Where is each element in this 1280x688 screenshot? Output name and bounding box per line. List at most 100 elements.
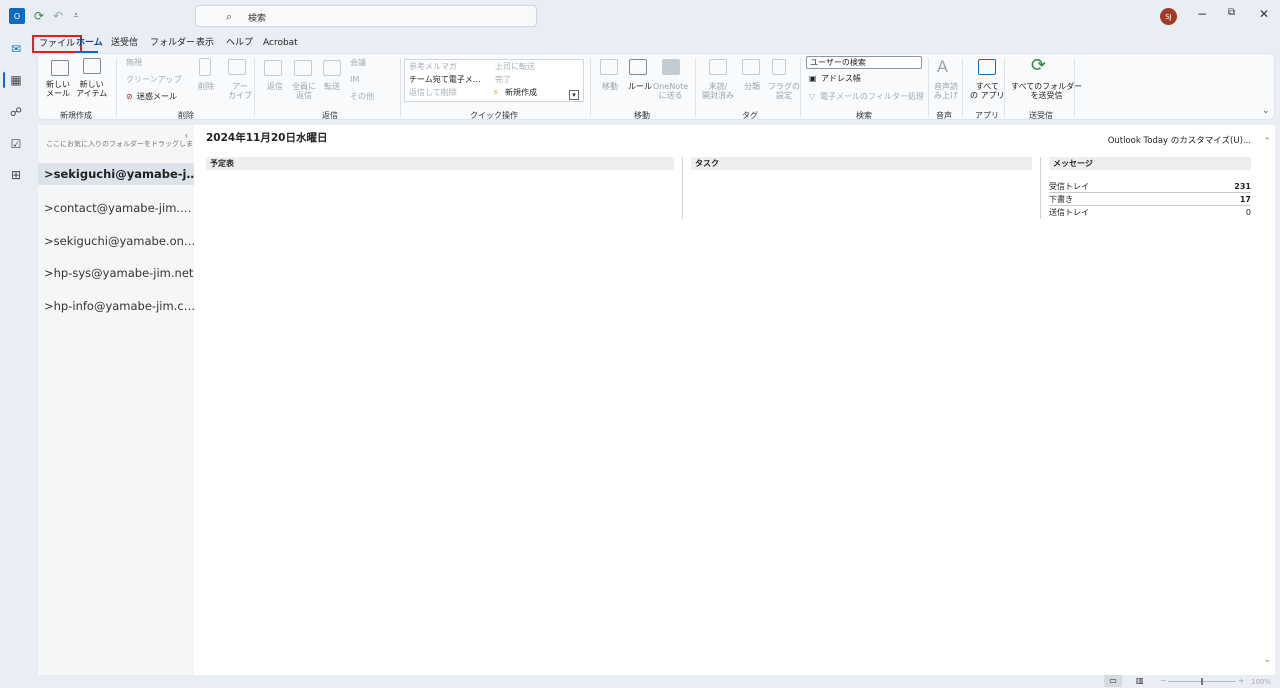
account-folder[interactable]: >sekiguchi@yamabe.on…	[38, 230, 194, 252]
reply-button[interactable]: 返信	[267, 82, 283, 91]
outlook-logo-icon: O	[9, 8, 25, 24]
tasks-icon[interactable]: ☑	[8, 136, 24, 152]
outlook-today-pane: 2024年11月20日水曜日 Outlook Today のカスタマイズ(U).…	[194, 125, 1275, 675]
mail-icon[interactable]: ✉	[8, 41, 24, 57]
more-respond-button[interactable]: その他	[350, 92, 374, 102]
flag-icon	[772, 59, 786, 75]
all-apps-button[interactable]: すべて の アプリ	[970, 82, 1005, 100]
quick-step-item[interactable]: 返信して削除	[409, 88, 457, 98]
refresh-icon[interactable]: ⟳	[31, 8, 47, 24]
normal-view-icon[interactable]: ▭	[1104, 675, 1122, 687]
account-folder[interactable]: >contact@yamabe-jim.…	[38, 197, 194, 219]
rules-button[interactable]: ルール	[628, 82, 652, 91]
reading-view-icon[interactable]: ▥	[1136, 675, 1144, 687]
unread-button[interactable]: 未読/ 開封済み	[702, 82, 734, 100]
close-icon[interactable]: ✕	[1259, 7, 1269, 21]
cleanup-button[interactable]: クリーンアップ	[126, 75, 182, 85]
divider	[695, 58, 696, 116]
customize-toolbar-icon[interactable]: ⩡	[68, 8, 84, 24]
quick-step-item[interactable]: 新規作成	[505, 88, 537, 98]
expand-chevron-icon: >	[44, 266, 54, 280]
user-search-input[interactable]: ユーザーの検索	[806, 56, 922, 69]
app-rail: ✉ ▦ ☍ ☑ ⊞	[0, 32, 32, 688]
divider	[400, 58, 401, 116]
zoom-in-icon[interactable]: +	[1238, 675, 1245, 687]
tasks-header[interactable]: タスク	[691, 157, 1032, 170]
meeting-button[interactable]: 会議	[350, 58, 366, 68]
restore-icon[interactable]: ⧉	[1228, 7, 1235, 18]
zoom-slider-thumb[interactable]	[1201, 678, 1203, 685]
send-receive-all-button[interactable]: すべてのフォルダー を送受信	[1011, 82, 1082, 100]
account-folder[interactable]: >sekiguchi@yamabe-j…	[38, 163, 194, 185]
tab-view[interactable]: 表示	[196, 35, 214, 53]
divider	[1004, 58, 1005, 116]
message-row[interactable]: 送信トレイ 0	[1049, 207, 1251, 219]
tab-help[interactable]: ヘルプ	[226, 35, 253, 53]
zoom-level[interactable]: 100%	[1251, 676, 1271, 688]
expand-chevron-icon: >	[44, 234, 54, 248]
move-icon	[600, 59, 618, 75]
tab-folder[interactable]: フォルダー	[150, 35, 195, 53]
archive-button[interactable]: アー カイブ	[228, 82, 252, 100]
all-apps-icon	[978, 59, 996, 75]
status-bar: ▭ ▥ − + 100%	[0, 675, 1280, 688]
new-mail-button[interactable]: 新しい メール	[46, 80, 70, 98]
account-folder[interactable]: >hp-sys@yamabe-jim.net	[38, 262, 194, 284]
reply-icon	[264, 60, 282, 76]
search-input[interactable]: ⌕ 検索	[195, 5, 537, 27]
delete-button[interactable]: 削除	[198, 82, 214, 91]
tab-acrobat[interactable]: Acrobat	[263, 35, 298, 53]
quick-step-item[interactable]: 参考メルマガ	[409, 62, 457, 72]
quick-step-item[interactable]: チーム宛て電子メ…	[409, 75, 481, 85]
undo-icon[interactable]: ↶	[50, 8, 66, 24]
im-button[interactable]: IM	[350, 75, 359, 85]
reply-all-icon	[294, 60, 312, 76]
tab-file[interactable]: ファイル	[32, 35, 83, 53]
magnifier-icon: ⌕	[226, 10, 233, 23]
scroll-up-icon[interactable]: ⌃	[1263, 137, 1271, 147]
zoom-out-icon[interactable]: −	[1160, 675, 1167, 687]
divider	[116, 58, 117, 116]
minimize-icon[interactable]: −	[1197, 7, 1207, 21]
messages-header[interactable]: メッセージ	[1049, 157, 1251, 170]
reply-all-button[interactable]: 全員に 返信	[292, 82, 316, 100]
quick-step-item[interactable]: 完了	[495, 75, 511, 85]
scroll-down-icon[interactable]: ⌄	[1263, 655, 1271, 665]
calendar-icon[interactable]: ▦	[8, 72, 24, 88]
ignore-button[interactable]: 無視	[126, 58, 142, 68]
onenote-button[interactable]: OneNote に送る	[653, 82, 688, 100]
move-button[interactable]: 移動	[602, 82, 618, 91]
categorize-button[interactable]: 分類	[744, 82, 760, 91]
message-row[interactable]: 下書き 17	[1049, 194, 1251, 206]
divider	[800, 58, 801, 116]
quick-step-item[interactable]: 上司に転送	[495, 62, 535, 72]
filter-mail-button[interactable]: 電子メールのフィルター処理	[820, 92, 924, 102]
categorize-icon	[742, 59, 760, 75]
ribbon-collapse-icon[interactable]: ⌄	[1262, 106, 1270, 116]
filter-icon: ▽	[809, 92, 816, 101]
people-icon[interactable]: ☍	[8, 104, 24, 120]
address-book-icon: ▣	[809, 74, 817, 83]
junk-button[interactable]: 迷惑メール	[137, 92, 177, 102]
calendar-header[interactable]: 予定表	[206, 157, 674, 170]
tab-send-receive[interactable]: 送受信	[111, 35, 138, 53]
avatar[interactable]: SJ	[1160, 8, 1177, 25]
new-item-button[interactable]: 新しい アイテム	[76, 80, 107, 98]
trash-icon	[199, 58, 211, 76]
customize-outlook-today-link[interactable]: Outlook Today のカスタマイズ(U)...	[1108, 134, 1251, 146]
account-folder[interactable]: >hp-info@yamabe-jim.c…	[38, 295, 194, 317]
new-mail-icon	[51, 60, 69, 76]
group-quick-label: クイック操作	[470, 111, 518, 120]
column-divider	[682, 157, 683, 219]
address-book-button[interactable]: アドレス帳	[821, 74, 861, 84]
flag-button[interactable]: フラグの 設定	[768, 82, 800, 100]
title-bar: O ⟳ ↶ ⩡ ⌕ 検索 SJ − ⧉ ✕	[0, 0, 1280, 32]
gallery-expand-icon[interactable]: ▾	[569, 90, 579, 100]
forward-button[interactable]: 転送	[324, 82, 340, 91]
account-name: contact@yamabe-jim.…	[53, 201, 192, 215]
quick-steps-gallery: 参考メルマガ チーム宛て電子メ… 返信して削除 上司に転送 完了 ⚡ 新規作成 …	[404, 59, 584, 102]
message-row[interactable]: 受信トレイ 231	[1049, 181, 1251, 193]
read-aloud-button[interactable]: 音声読 み上げ	[934, 82, 958, 100]
apps-icon[interactable]: ⊞	[8, 167, 24, 183]
today-date: 2024年11月20日水曜日	[206, 132, 328, 144]
